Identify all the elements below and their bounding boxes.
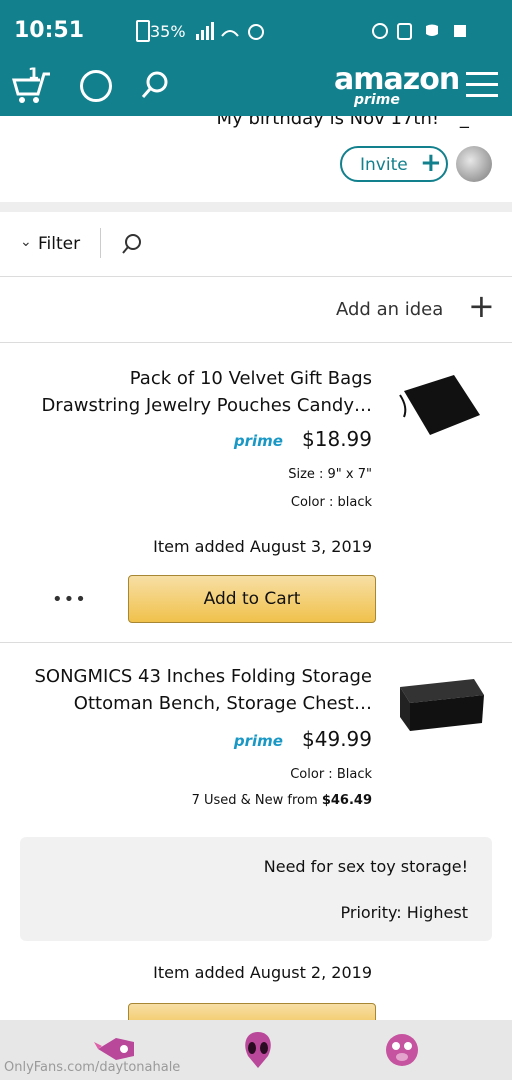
comment-box: Need for sex toy storage! Priority: High… xyxy=(20,837,492,941)
hamburger-icon[interactable] xyxy=(466,72,498,100)
section-gap xyxy=(0,202,512,212)
list-item: SONGMICS 43 Inches Folding Storage Ottom… xyxy=(0,643,512,1035)
prime-badge: prime xyxy=(233,432,283,450)
add-idea-row[interactable]: Add an idea + xyxy=(0,277,512,341)
prime-badge: prime xyxy=(233,732,283,750)
avatar[interactable] xyxy=(456,146,492,182)
toolbar-divider xyxy=(100,228,101,258)
item-price: $18.99 xyxy=(302,427,372,451)
plus-icon: + xyxy=(420,148,442,178)
filter-dropdown[interactable]: ⌄ Filter xyxy=(20,232,90,256)
plus-icon: + xyxy=(468,287,495,325)
item-added-date: Item added August 2, 2019 xyxy=(153,963,372,982)
watermark: OnlyFans.com/daytonahale xyxy=(4,1060,181,1075)
cart-button[interactable]: 1 xyxy=(10,64,54,106)
priority-row: Priority: Highest xyxy=(340,903,469,922)
item-title[interactable]: SONGMICS 43 Inches Folding Storage Ottom… xyxy=(0,663,372,717)
item-image[interactable] xyxy=(394,369,484,439)
status-time: 10:51 xyxy=(14,18,85,43)
item-size: Size : 9" x 7" xyxy=(288,467,372,482)
add-to-cart-button[interactable]: Add to Cart xyxy=(128,575,376,623)
search-icon[interactable] xyxy=(120,232,144,256)
toolbar: ⌄ Filter xyxy=(0,212,512,276)
alien-icon[interactable] xyxy=(240,1030,276,1070)
battery-level: 35% xyxy=(150,22,186,41)
comment-text: Need for sex toy storage! xyxy=(263,857,468,876)
amazon-prime-logo[interactable]: amazon prime xyxy=(320,62,460,112)
item-color: Color : Black xyxy=(290,767,372,782)
signal-wifi-alarm-icons xyxy=(196,22,264,40)
item-added-date: Item added August 3, 2019 xyxy=(153,537,372,556)
price-row: prime $18.99 xyxy=(172,427,372,451)
pig-icon[interactable] xyxy=(382,1030,422,1070)
bottom-bar: OnlyFans.com/daytonahale xyxy=(0,1020,512,1080)
alexa-ring-icon[interactable] xyxy=(80,70,112,102)
item-offers[interactable]: 7 Used & New from $46.49 xyxy=(112,793,372,808)
status-icons xyxy=(372,23,466,40)
item-price: $49.99 xyxy=(302,727,372,751)
add-idea-label: Add an idea xyxy=(336,299,444,320)
item-image[interactable] xyxy=(396,673,486,733)
search-icon[interactable] xyxy=(140,70,170,100)
list-note-container: My birthday is Nov 17th! ^_^ xyxy=(0,116,484,140)
battery-icon xyxy=(136,20,150,42)
list-note: My birthday is Nov 17th! ^_^ xyxy=(216,116,484,129)
chevron-down-icon: ⌄ xyxy=(20,234,32,250)
invite-label: Invite xyxy=(360,155,408,175)
rocket-icon[interactable] xyxy=(94,1032,138,1066)
list-item: Pack of 10 Velvet Gift Bags Drawstring J… xyxy=(0,343,512,641)
invite-button[interactable]: Invite + xyxy=(340,146,448,182)
more-options-icon[interactable]: ••• xyxy=(52,589,87,610)
item-title[interactable]: Pack of 10 Velvet Gift Bags Drawstring J… xyxy=(12,365,372,419)
item-color: Color : black xyxy=(290,495,372,510)
app-header: 1 amazon prime xyxy=(0,60,512,116)
status-bar: 10:51 35% xyxy=(0,0,512,60)
cart-count: 1 xyxy=(28,64,40,83)
price-row: prime $49.99 xyxy=(172,727,372,751)
